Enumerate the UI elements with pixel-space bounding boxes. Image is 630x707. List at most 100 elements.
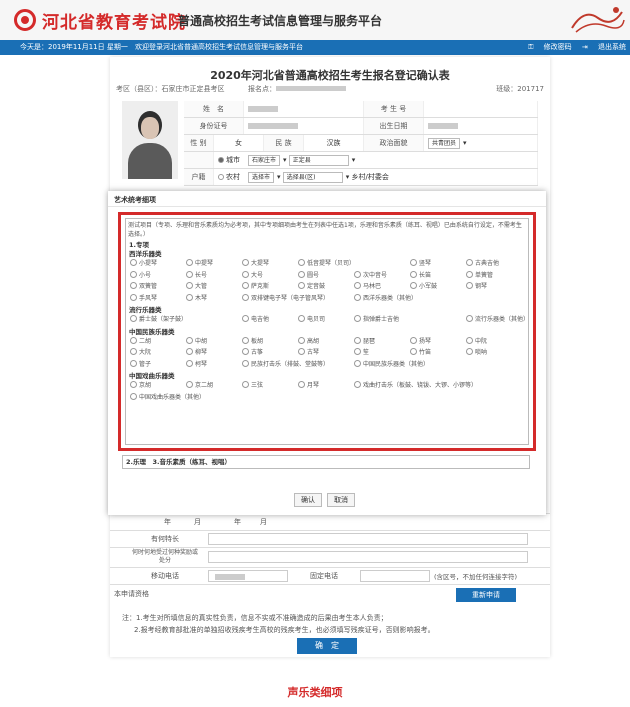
instrument-option[interactable]: 马林巴: [354, 281, 381, 290]
village-label: 乡村/村委会: [351, 173, 389, 181]
instrument-option[interactable]: 双簧管: [130, 281, 157, 290]
instrument-option[interactable]: 圆号: [298, 270, 319, 279]
instrument-option[interactable]: 柳琴: [186, 347, 207, 356]
instrument-option[interactable]: 唢呐: [466, 347, 487, 356]
candidate-photo: [122, 101, 178, 179]
exam-no-value: [424, 101, 538, 117]
instrument-option[interactable]: 板胡: [242, 336, 263, 345]
rural-radio[interactable]: [218, 174, 224, 180]
instrument-option[interactable]: 京胡: [130, 380, 151, 389]
hukou-label-top: [184, 152, 214, 168]
instrument-option[interactable]: 中胡: [186, 336, 207, 345]
logout-link[interactable]: ⇥ 退出系统: [582, 43, 626, 51]
class-label: 班级：201717: [496, 85, 544, 93]
instrument-option[interactable]: 长笛: [410, 270, 431, 279]
mobile-input[interactable]: [208, 570, 288, 582]
political-select[interactable]: 共青团员 ▾: [424, 135, 538, 151]
section-heading: 流行乐器类: [129, 306, 162, 314]
instrument-option[interactable]: 双排键电子琴（电子管风琴）: [242, 293, 329, 302]
urban-row[interactable]: 城市 石家庄市 ▾ 正定县 ▾: [214, 152, 538, 168]
county-select[interactable]: 正定县: [288, 154, 349, 166]
instrument-option[interactable]: 次中音号: [354, 270, 387, 279]
specialty-input[interactable]: [208, 533, 528, 545]
dragon-emblem-icon: [571, 7, 625, 33]
instrument-option[interactable]: 扬琴: [410, 336, 431, 345]
city-select[interactable]: 石家庄市: [248, 154, 281, 166]
instrument-option[interactable]: 电贝司: [298, 314, 325, 323]
instrument-option[interactable]: 西洋乐器类（其他）: [354, 293, 417, 302]
instrument-option[interactable]: 电吉他: [242, 314, 269, 323]
form-title: 2020年河北省普通高校招生考生报名登记确认表: [210, 69, 450, 82]
instrument-option[interactable]: 大管: [186, 281, 207, 290]
fixed-items: 2.乐理 3.音乐素质（练耳、视唱）: [122, 455, 530, 469]
instrument-option[interactable]: 中提琴: [186, 258, 213, 267]
site-subtitle: 普通高校招生考试信息管理与服务平台: [178, 14, 383, 28]
confirm-button[interactable]: 确 定: [297, 638, 357, 654]
instrument-option[interactable]: 大提琴: [242, 258, 269, 267]
renew-button[interactable]: 重新申请: [456, 588, 516, 602]
instrument-option[interactable]: 流行乐器类（其他）: [466, 314, 529, 323]
instrument-option[interactable]: 爵士鼓（架子鼓）: [130, 314, 187, 323]
instrument-option[interactable]: 二胡: [130, 336, 151, 345]
instrument-option[interactable]: 钢琴: [466, 281, 487, 290]
rural-county-select[interactable]: 选择县(区): [282, 171, 343, 183]
ok-button[interactable]: 确认: [294, 493, 322, 507]
name-value: [244, 101, 364, 117]
instrument-option[interactable]: 定音鼓: [298, 281, 325, 290]
instrument-option[interactable]: 高胡: [298, 336, 319, 345]
section-heading: 西洋乐器类: [129, 250, 162, 258]
art-exam-detail-dialog: 艺术统考细项 测试项目（专项、乐理和音乐素质均为必考项，其中专项细项由考生在列表…: [108, 191, 546, 515]
award-input[interactable]: [208, 551, 528, 563]
political-label: 政治面貌: [364, 135, 424, 151]
instrument-option[interactable]: 小军鼓: [410, 281, 437, 290]
figure-caption: 声乐类细项: [287, 686, 343, 699]
instrument-option[interactable]: 低音提琴（贝司）: [298, 258, 355, 267]
instrument-option[interactable]: 民族打击乐（排鼓、堂鼓等）: [242, 359, 329, 368]
exam-no-label: 考 生 号: [364, 101, 424, 117]
instrument-option[interactable]: 古筝: [242, 347, 263, 356]
instrument-option[interactable]: 古琴: [298, 347, 319, 356]
ethnic-value: 汉族: [304, 135, 364, 151]
hukou-label: 户籍: [184, 169, 214, 185]
cancel-button[interactable]: 取消: [327, 493, 355, 507]
instrument-option[interactable]: 管子: [130, 359, 151, 368]
instrument-option[interactable]: 笙: [354, 347, 369, 356]
instrument-option[interactable]: 竖琴: [410, 258, 431, 267]
phone-input[interactable]: [360, 570, 430, 582]
gender-label: 性 别: [184, 135, 214, 151]
instrument-option[interactable]: 大号: [242, 270, 263, 279]
instrument-option[interactable]: 三弦: [242, 380, 263, 389]
instrument-option[interactable]: 指弹爵士吉他: [354, 314, 399, 323]
options-panel: 测试项目（专项、乐理和音乐素质均为必考项，其中专项细项由考生在列表中任选1项，乐…: [125, 218, 529, 445]
instrument-option[interactable]: 古典吉他: [466, 258, 499, 267]
rural-city-select[interactable]: 选择市: [248, 171, 275, 183]
info-grid: 姓 名 考 生 号 身份证号 出生日期 性 别 女 民 族 汉族 政治面貌 共青…: [184, 101, 538, 186]
instrument-option[interactable]: 月琴: [298, 380, 319, 389]
instrument-option[interactable]: 手风琴: [130, 293, 157, 302]
instrument-option[interactable]: 萨克斯: [242, 281, 269, 290]
instrument-option[interactable]: 中国民族乐器类（其他）: [354, 359, 429, 368]
award-row: 何时何地受过何种奖励或处分: [110, 547, 550, 567]
instrument-option[interactable]: 柯琴: [186, 359, 207, 368]
rural-row[interactable]: 农村 选择市 ▾ 选择县(区) ▾ 乡村/村委会: [214, 169, 538, 185]
instrument-option[interactable]: 中国戏曲乐器类（其他）: [130, 392, 205, 401]
site-header: 河北省教育考试院 普通高校招生考试信息管理与服务平台: [0, 0, 630, 40]
instrument-option[interactable]: 大阮: [130, 347, 151, 356]
instrument-option[interactable]: 小号: [130, 270, 151, 279]
instrument-option[interactable]: 琵琶: [354, 336, 375, 345]
instrument-option[interactable]: 木琴: [186, 293, 207, 302]
highlight-frame: 测试项目（专项、乐理和音乐素质均为必考项，其中专项细项由考生在列表中任选1项，乐…: [118, 212, 536, 451]
change-password-link[interactable]: ⚿ 修改密码: [528, 43, 572, 51]
today-date: 今天是：2019年11月11日 星期一: [20, 43, 128, 51]
top-info-bar: 今天是：2019年11月11日 星期一 欢迎登录河北省普通高校招生考试信息管理与…: [0, 40, 630, 55]
instrument-option[interactable]: 长号: [186, 270, 207, 279]
urban-radio[interactable]: [218, 157, 224, 163]
instrument-option[interactable]: 京二胡: [186, 380, 213, 389]
instrument-option[interactable]: 竹笛: [410, 347, 431, 356]
instrument-option[interactable]: 小提琴: [130, 258, 157, 267]
date-row: 年 月 年 月: [110, 513, 550, 530]
name-label: 姓 名: [184, 101, 244, 117]
instrument-option[interactable]: 戏曲打击乐（板鼓、铙钹、大锣、小锣等）: [354, 380, 477, 389]
instrument-option[interactable]: 中阮: [466, 336, 487, 345]
instrument-option[interactable]: 单簧管: [466, 270, 493, 279]
